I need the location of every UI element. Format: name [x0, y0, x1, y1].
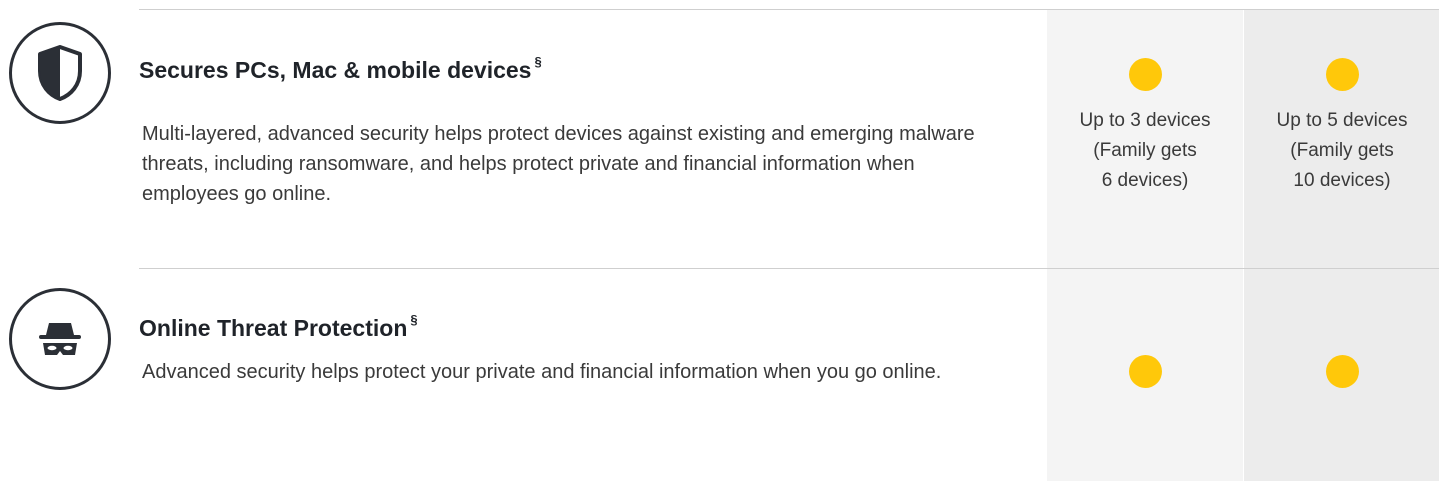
feature-row-device-security: Secures PCs, Mac & mobile devices § Multi… — [0, 10, 1439, 268]
plan-1-cell: Up to 3 devices (Family gets 6 devices) — [1047, 10, 1243, 196]
included-dot-icon — [1128, 355, 1162, 388]
feature-description: Multi-layered, advanced security helps p… — [142, 123, 975, 205]
shield-icon — [9, 22, 111, 124]
feature-row-online-threat-protection: Online Threat Protection § Advanced secur… — [0, 269, 1439, 481]
feature-title: Secures PCs, Mac & mobile devices § — [139, 54, 542, 83]
plan-2-device-limit: Up to 5 devices (Family gets 10 devices) — [1276, 110, 1408, 191]
footnote-mark: § — [534, 54, 542, 70]
included-dot-icon — [1325, 355, 1359, 388]
footnote-mark: § — [410, 312, 418, 328]
included-dot-icon — [1325, 58, 1359, 91]
feature-description: Advanced security helps protect your pri… — [142, 361, 942, 383]
spy-icon — [9, 288, 111, 390]
plan-2-cell: Up to 5 devices (Family gets 10 devices) — [1244, 10, 1439, 196]
included-dot-icon — [1128, 58, 1162, 91]
plan-2-cell — [1244, 269, 1439, 388]
plan-1-device-limit: Up to 3 devices (Family gets 6 devices) — [1079, 110, 1211, 191]
plan-1-cell — [1047, 269, 1243, 388]
feature-title: Online Threat Protection § — [139, 312, 418, 341]
